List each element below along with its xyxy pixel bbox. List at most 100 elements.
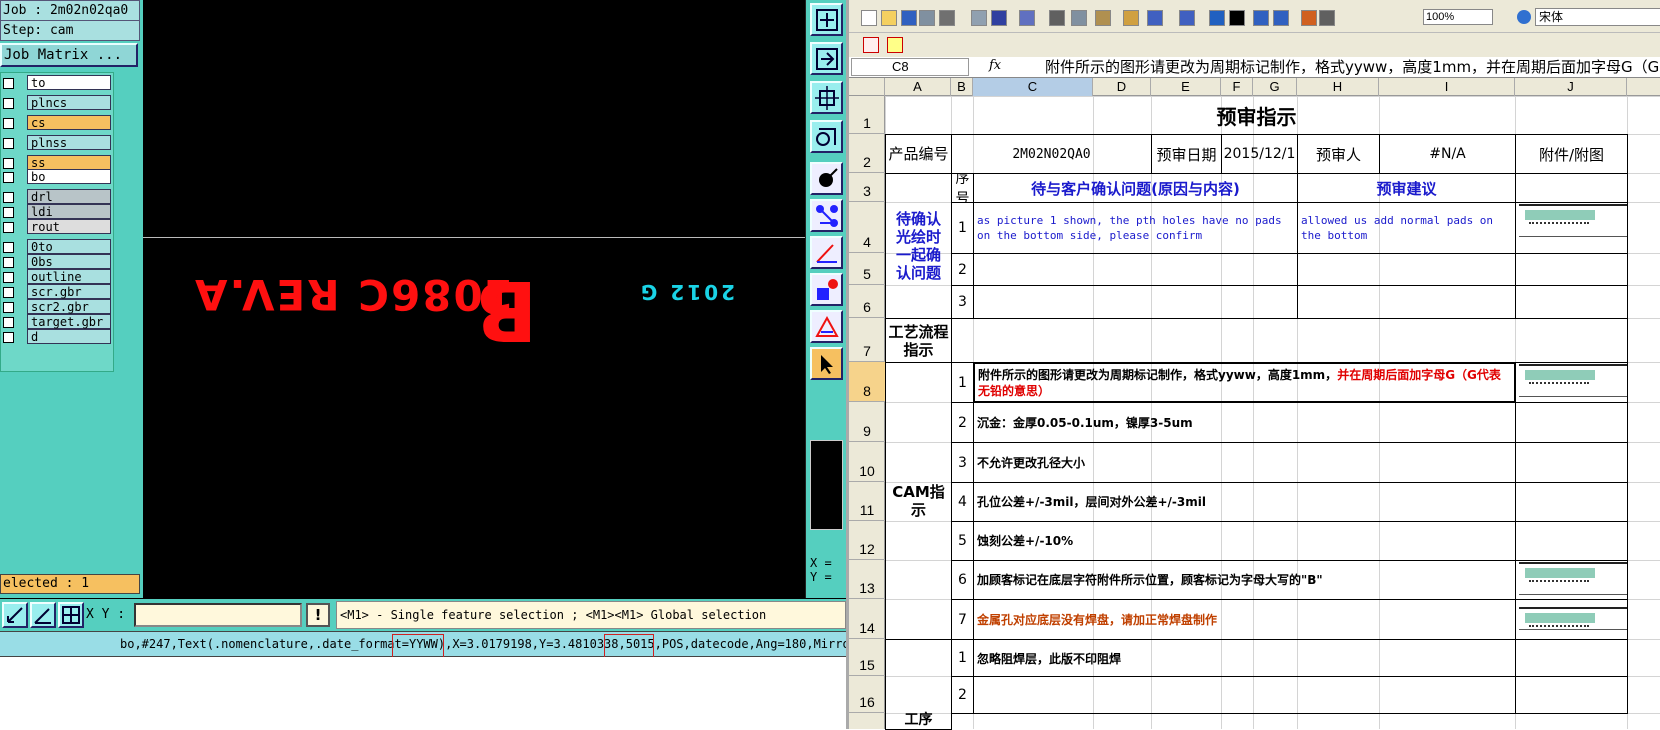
layer-row[interactable]: 0to xyxy=(1,239,113,255)
font-select[interactable]: 宋体 xyxy=(1535,8,1660,26)
layer-checkbox[interactable] xyxy=(3,158,14,169)
permission-icon[interactable] xyxy=(919,10,935,26)
pdf-settings-icon[interactable] xyxy=(887,37,903,53)
attachment-thumbnail[interactable] xyxy=(1519,364,1627,397)
confirm-header[interactable]: 待与客户确认问题(原因与内容) xyxy=(973,173,1298,203)
layer-row[interactable]: outline xyxy=(1,269,113,285)
tool-zoom-in-icon[interactable] xyxy=(810,3,843,36)
column-header[interactable]: B xyxy=(951,78,973,96)
cell-j3[interactable] xyxy=(1515,173,1628,203)
cam-item-attachment[interactable] xyxy=(1515,442,1628,483)
cam-item-attachment[interactable] xyxy=(1515,402,1628,443)
copy-icon[interactable] xyxy=(1071,10,1087,26)
xy-input[interactable] xyxy=(134,603,302,627)
tool-pad-icon[interactable] xyxy=(810,162,843,195)
execute-button[interactable]: ! xyxy=(306,603,330,627)
hyperlink-icon[interactable] xyxy=(1209,10,1225,26)
column-header[interactable]: J xyxy=(1515,78,1627,96)
cam-item-no[interactable]: 1 xyxy=(951,362,974,403)
cam-item-text[interactable]: 沉金：金厚0.05-0.1um，镍厚3-5um xyxy=(973,402,1516,443)
layer-checkbox[interactable] xyxy=(3,287,14,298)
tool-select-icon[interactable] xyxy=(810,347,843,380)
fx-icon[interactable]: fx xyxy=(989,58,1001,73)
row-header[interactable]: 2 xyxy=(849,134,885,173)
layer-row[interactable]: target.gbr xyxy=(1,314,113,330)
graphics-canvas[interactable]: 1086C REV.A B 2012 G xyxy=(143,0,805,598)
cam-item-text[interactable]: 不允许更改孔径大小 xyxy=(973,442,1516,483)
layer-row[interactable]: cs xyxy=(1,115,113,131)
attachment-thumbnail[interactable] xyxy=(1519,562,1627,595)
cam-label[interactable]: CAM指示 xyxy=(885,362,952,640)
layer-checkbox[interactable] xyxy=(3,98,14,109)
autosum-icon[interactable] xyxy=(1229,10,1245,26)
help-icon[interactable] xyxy=(1517,10,1531,24)
sort-asc-icon[interactable] xyxy=(1253,10,1269,26)
q1-no[interactable]: 1 xyxy=(951,202,974,254)
r16-text[interactable] xyxy=(973,676,1516,714)
paste-icon[interactable] xyxy=(1095,10,1111,26)
print-icon[interactable] xyxy=(939,10,955,26)
tool-measure-icon[interactable] xyxy=(810,120,843,153)
name-box[interactable]: C8 xyxy=(851,58,969,76)
sheet-grid[interactable]: 预审指示 产品编号 2M02N02QA0 预审日期 2015/12/1 预审人 #N/A 附件… xyxy=(885,96,1660,730)
attachment-label[interactable]: 附件/附图 xyxy=(1515,134,1628,174)
layer-checkbox[interactable] xyxy=(3,172,14,183)
cam-item-text[interactable]: 金属孔对应底层没有焊盘，请加正常焊盘制作 xyxy=(973,599,1516,640)
cam-item-no[interactable]: 3 xyxy=(951,442,974,483)
cam-item-no[interactable]: 2 xyxy=(951,402,974,443)
row-header[interactable]: 7 xyxy=(849,318,885,362)
tool-connect-icon[interactable] xyxy=(810,199,843,232)
cam-item-text[interactable]: 孔位公差+/-3mil，层间对外公差+/-3mil xyxy=(973,482,1516,522)
layer-row[interactable]: bo xyxy=(1,169,113,185)
product-no-cell[interactable]: 2M02N02QA0 xyxy=(951,134,1152,174)
row-header[interactable]: 6 xyxy=(849,285,885,318)
sheet-title[interactable]: 预审指示 xyxy=(885,96,1628,135)
format-painter-icon[interactable] xyxy=(1123,10,1139,26)
row-header[interactable]: 13 xyxy=(849,560,885,599)
suggest-header[interactable]: 预审建议 xyxy=(1297,173,1516,203)
layer-checkbox[interactable] xyxy=(3,302,14,313)
layer-checkbox[interactable] xyxy=(3,242,14,253)
pdf-icon[interactable] xyxy=(863,37,879,53)
column-header[interactable]: A xyxy=(885,78,951,96)
q2-attachment[interactable] xyxy=(1515,253,1628,286)
bottom-section-label[interactable]: 工序 xyxy=(885,639,952,730)
cam-item-no[interactable]: 5 xyxy=(951,521,974,561)
r16-attachment[interactable] xyxy=(1515,676,1628,714)
save-icon[interactable] xyxy=(901,10,917,26)
row-header[interactable]: 9 xyxy=(849,402,885,442)
pending-label[interactable]: 待确认光绘时一起确认问题 xyxy=(885,173,952,319)
zoom-select[interactable]: 100% xyxy=(1423,9,1493,25)
grid-icon[interactable] xyxy=(58,602,84,628)
attachment-thumbnail[interactable] xyxy=(1519,204,1627,237)
q3-text[interactable] xyxy=(973,285,1298,319)
layer-row[interactable]: d xyxy=(1,329,113,345)
process-label[interactable]: 工艺流程指示 xyxy=(885,318,952,363)
row-header[interactable]: 15 xyxy=(849,639,885,676)
cam-item-attachment[interactable] xyxy=(1515,521,1628,561)
layer-row[interactable]: rout xyxy=(1,219,113,235)
r16-no[interactable]: 2 xyxy=(951,676,974,714)
layer-row[interactable]: scr.gbr xyxy=(1,284,113,300)
q2-text[interactable] xyxy=(973,253,1298,286)
row-header[interactable]: 3 xyxy=(849,173,885,202)
layer-row[interactable]: scr2.gbr xyxy=(1,299,113,315)
sort-desc-icon[interactable] xyxy=(1273,10,1289,26)
print-preview-icon[interactable] xyxy=(971,10,987,26)
open-icon[interactable] xyxy=(881,10,897,26)
tool-fit-icon[interactable] xyxy=(810,81,843,114)
select-all-corner[interactable] xyxy=(849,78,885,96)
r15-no[interactable]: 1 xyxy=(951,639,974,677)
column-header[interactable]: G xyxy=(1253,78,1297,96)
snap-icon[interactable] xyxy=(2,602,28,628)
cam-item-text[interactable]: 加顾客标记在底层字符附件所示位置，顾客标记为字母大写的"B" xyxy=(973,560,1516,600)
column-header[interactable]: H xyxy=(1297,78,1379,96)
cam-item-attachment[interactable] xyxy=(1515,482,1628,522)
layer-checkbox[interactable] xyxy=(3,222,14,233)
row-header[interactable]: 11 xyxy=(849,482,885,521)
layer-row[interactable]: to xyxy=(1,75,113,91)
r15-attachment[interactable] xyxy=(1515,639,1628,677)
formula-input[interactable]: 附件所示的图形请更改为周期标记制作，格式yyww，高度1mm，并在周期后面加字母… xyxy=(1045,57,1659,77)
cam-item-text[interactable]: 蚀刻公差+/-10% xyxy=(973,521,1516,561)
cam-item-no[interactable]: 4 xyxy=(951,482,974,522)
